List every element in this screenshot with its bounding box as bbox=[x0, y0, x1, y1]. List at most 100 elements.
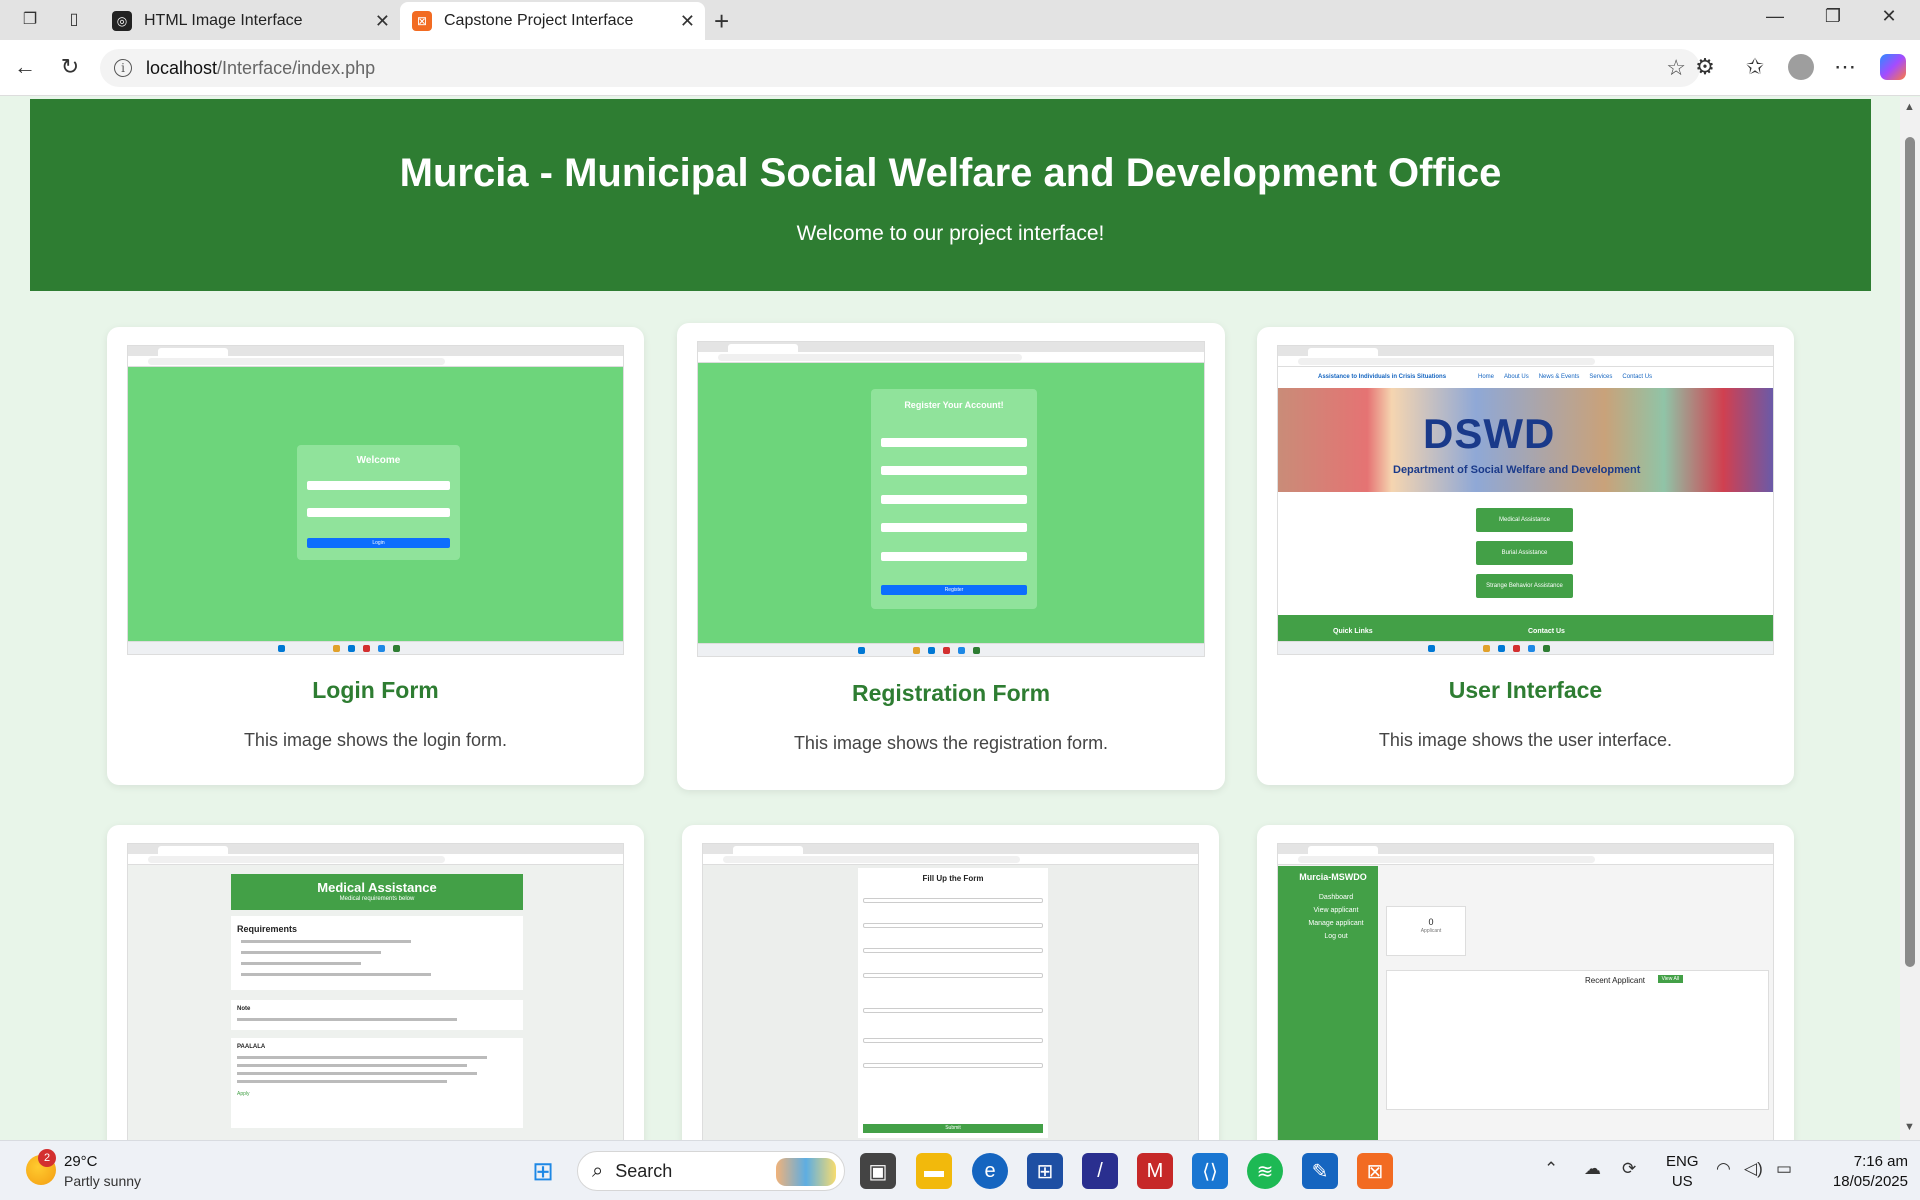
scroll-thumb[interactable] bbox=[1905, 137, 1915, 967]
mini-medical-header: Medical Assistance Medical requirements … bbox=[231, 874, 523, 910]
show-hidden-icons-chevron-icon[interactable]: ⌃ bbox=[1544, 1159, 1558, 1179]
chatgpt-favicon-icon: ◎ bbox=[112, 11, 132, 31]
system-clock[interactable]: 7:16 am 18/05/2025 bbox=[1818, 1152, 1908, 1192]
workspaces-icon[interactable]: ❐ bbox=[18, 8, 42, 32]
profile-avatar-icon[interactable] bbox=[1788, 54, 1814, 80]
notification-badge: 2 bbox=[38, 1149, 56, 1167]
close-tab-icon[interactable]: ✕ bbox=[680, 11, 695, 32]
card-user-interface: Assistance to Individuals in Crisis Situ… bbox=[1257, 327, 1794, 785]
copilot-icon[interactable] bbox=[1880, 54, 1906, 80]
browser-toolbar: ← ↻ i localhost/Interface/index.php ☆ ⚙ … bbox=[0, 40, 1920, 96]
file-explorer-icon[interactable]: ▬ bbox=[916, 1153, 952, 1189]
card-description: This image shows the user interface. bbox=[1378, 730, 1673, 750]
tab-title: Capstone Project Interface bbox=[444, 12, 634, 29]
tab-capstone-project-interface[interactable]: ⊠ Capstone Project Interface ✕ bbox=[400, 2, 705, 40]
mini-site-nav: Home About Us News & Events Services Contact… bbox=[1478, 374, 1653, 380]
login-form-screenshot[interactable]: Welcome Login bbox=[127, 345, 624, 655]
page-title: Murcia - Municipal Social Welfare and De… bbox=[399, 151, 1502, 195]
url-path: /Interface/index.php bbox=[217, 57, 376, 78]
mini-paalala-box: PAALALA Apply bbox=[231, 1038, 523, 1128]
tab-title: HTML Image Interface bbox=[144, 12, 303, 29]
card-title: Registration Form bbox=[851, 680, 1051, 706]
card-fill-up-form: Fill Up the Form Submit bbox=[682, 825, 1219, 1140]
favorite-star-icon[interactable]: ☆ bbox=[1666, 55, 1686, 81]
back-arrow-icon[interactable]: ← bbox=[10, 54, 40, 80]
extensions-icon[interactable]: ⚙ bbox=[1690, 54, 1720, 80]
mini-register-box: Register Your Account! Register bbox=[871, 389, 1037, 609]
weather-temperature[interactable]: 29°C bbox=[64, 1153, 98, 1170]
page-scrollbar[interactable]: ▲ ▼ bbox=[1900, 97, 1920, 1140]
mini-dswd-banner: DSWD Department of Social Welfare and De… bbox=[1278, 388, 1773, 492]
vertical-tabs-icon[interactable]: ▯ bbox=[62, 8, 86, 32]
scroll-up-arrow-icon[interactable]: ▲ bbox=[1904, 101, 1915, 113]
windows-taskbar: 2 29°C Partly sunny ⊞ ⌕ Search ▣ ▬ e ⊞ /… bbox=[0, 1140, 1920, 1200]
volume-icon[interactable]: ◁) bbox=[1744, 1159, 1763, 1179]
page-viewport: Murcia - Municipal Social Welfare and De… bbox=[0, 97, 1900, 1140]
search-icon: ⌕ bbox=[592, 1159, 604, 1182]
windows-start-icon[interactable]: ⊞ bbox=[525, 1153, 561, 1189]
reload-icon[interactable]: ↻ bbox=[55, 54, 85, 80]
mini-register-heading: Register Your Account! bbox=[904, 400, 1004, 410]
card-description: This image shows the login form. bbox=[243, 730, 508, 750]
mini-login-box: Welcome Login bbox=[297, 445, 460, 560]
xampp-favicon-icon: ⊠ bbox=[412, 11, 432, 31]
close-window-button[interactable]: ✕ bbox=[1866, 6, 1912, 27]
mini-strange-behavior-button: Strange Behavior Assistance bbox=[1476, 574, 1573, 598]
page-header: Murcia - Municipal Social Welfare and De… bbox=[30, 99, 1871, 291]
close-tab-icon[interactable]: ✕ bbox=[375, 11, 390, 32]
card-description: This image shows the registration form. bbox=[793, 733, 1109, 753]
mini-fillup-panel: Fill Up the Form Submit bbox=[858, 868, 1048, 1138]
favorites-icon[interactable]: ✩ bbox=[1740, 54, 1770, 80]
page-subtitle: Welcome to our project interface! bbox=[796, 222, 1105, 245]
mini-site-title: Assistance to Individuals in Crisis Situ… bbox=[1318, 374, 1447, 380]
scroll-down-arrow-icon[interactable]: ▼ bbox=[1904, 1121, 1915, 1133]
weather-condition[interactable]: Partly sunny bbox=[64, 1173, 141, 1189]
mini-requirements-box: Requirements bbox=[231, 916, 523, 990]
address-bar[interactable]: i localhost/Interface/index.php ☆ bbox=[100, 49, 1700, 87]
registration-form-screenshot[interactable]: Register Your Account! Register bbox=[697, 341, 1205, 657]
tab-html-image-interface[interactable]: ◎ HTML Image Interface ✕ bbox=[100, 2, 400, 40]
mini-applicant-count: 0 Applicant bbox=[1386, 906, 1466, 956]
battery-icon[interactable]: ▭ bbox=[1776, 1159, 1792, 1179]
mini-burial-button: Burial Assistance bbox=[1476, 541, 1573, 565]
microsoft-store-icon[interactable]: ⊞ bbox=[1027, 1153, 1063, 1189]
user-interface-screenshot[interactable]: Assistance to Individuals in Crisis Situ… bbox=[1277, 345, 1774, 655]
mini-register-button: Register bbox=[881, 585, 1027, 595]
mini-admin-sidebar: Murcia-MSWDO Dashboard View applicant Ma… bbox=[1278, 866, 1378, 1140]
card-medical-assistance: Medical Assistance Medical requirements … bbox=[107, 825, 644, 1140]
taskbar-search[interactable]: ⌕ Search bbox=[577, 1151, 845, 1191]
card-admin-dashboard: Murcia-MSWDO Dashboard View applicant Ma… bbox=[1257, 825, 1794, 1140]
mini-recent-applicant: Recent Applicant View All bbox=[1386, 970, 1769, 1110]
minimize-button[interactable]: — bbox=[1752, 6, 1798, 27]
browser-tab-bar: ❐ ▯ ◎ HTML Image Interface ✕ ⊠ Capstone … bbox=[0, 0, 1920, 40]
paint-app-icon[interactable]: ✎ bbox=[1302, 1153, 1338, 1189]
taskbar-search-label: Search bbox=[615, 1160, 673, 1181]
search-highlight-image bbox=[776, 1158, 836, 1186]
wifi-icon[interactable]: ◠ bbox=[1716, 1159, 1731, 1179]
card-title: Login Form bbox=[312, 677, 439, 703]
task-view-icon[interactable]: ▣ bbox=[860, 1153, 896, 1189]
medical-assistance-screenshot[interactable]: Medical Assistance Medical requirements … bbox=[127, 843, 624, 1140]
card-registration-form: Register Your Account! Register Registra… bbox=[677, 323, 1225, 790]
language-indicator[interactable]: ENG US bbox=[1666, 1152, 1699, 1192]
mini-banner-subtext: Department of Social Welfare and Develop… bbox=[1393, 464, 1641, 476]
edge-browser-icon[interactable]: e bbox=[972, 1153, 1008, 1189]
site-info-icon[interactable]: i bbox=[114, 59, 132, 77]
xampp-icon[interactable]: ⊠ bbox=[1357, 1153, 1393, 1189]
fill-up-form-screenshot[interactable]: Fill Up the Form Submit bbox=[702, 843, 1199, 1140]
mini-banner-text: DSWD bbox=[1423, 410, 1556, 457]
mini-note-box: Note bbox=[231, 1000, 523, 1030]
admin-dashboard-screenshot[interactable]: Murcia-MSWDO Dashboard View applicant Ma… bbox=[1277, 843, 1774, 1140]
onedrive-cloud-icon[interactable]: ☁ bbox=[1584, 1159, 1601, 1179]
restore-button[interactable]: ❐ bbox=[1810, 6, 1856, 27]
more-options-icon[interactable]: ⋯ bbox=[1830, 54, 1860, 80]
new-tab-button[interactable]: + bbox=[714, 6, 729, 37]
card-title: User Interface bbox=[1448, 677, 1603, 703]
sync-icon[interactable]: ⟳ bbox=[1622, 1159, 1636, 1179]
editor-app-icon[interactable]: / bbox=[1082, 1153, 1118, 1189]
url-host: localhost bbox=[146, 57, 218, 78]
vscode-icon[interactable]: ⟨⟩ bbox=[1192, 1153, 1228, 1189]
mcafee-icon[interactable]: M bbox=[1137, 1153, 1173, 1189]
mini-login-button: Login bbox=[307, 538, 450, 548]
spotify-icon[interactable]: ≋ bbox=[1247, 1153, 1283, 1189]
